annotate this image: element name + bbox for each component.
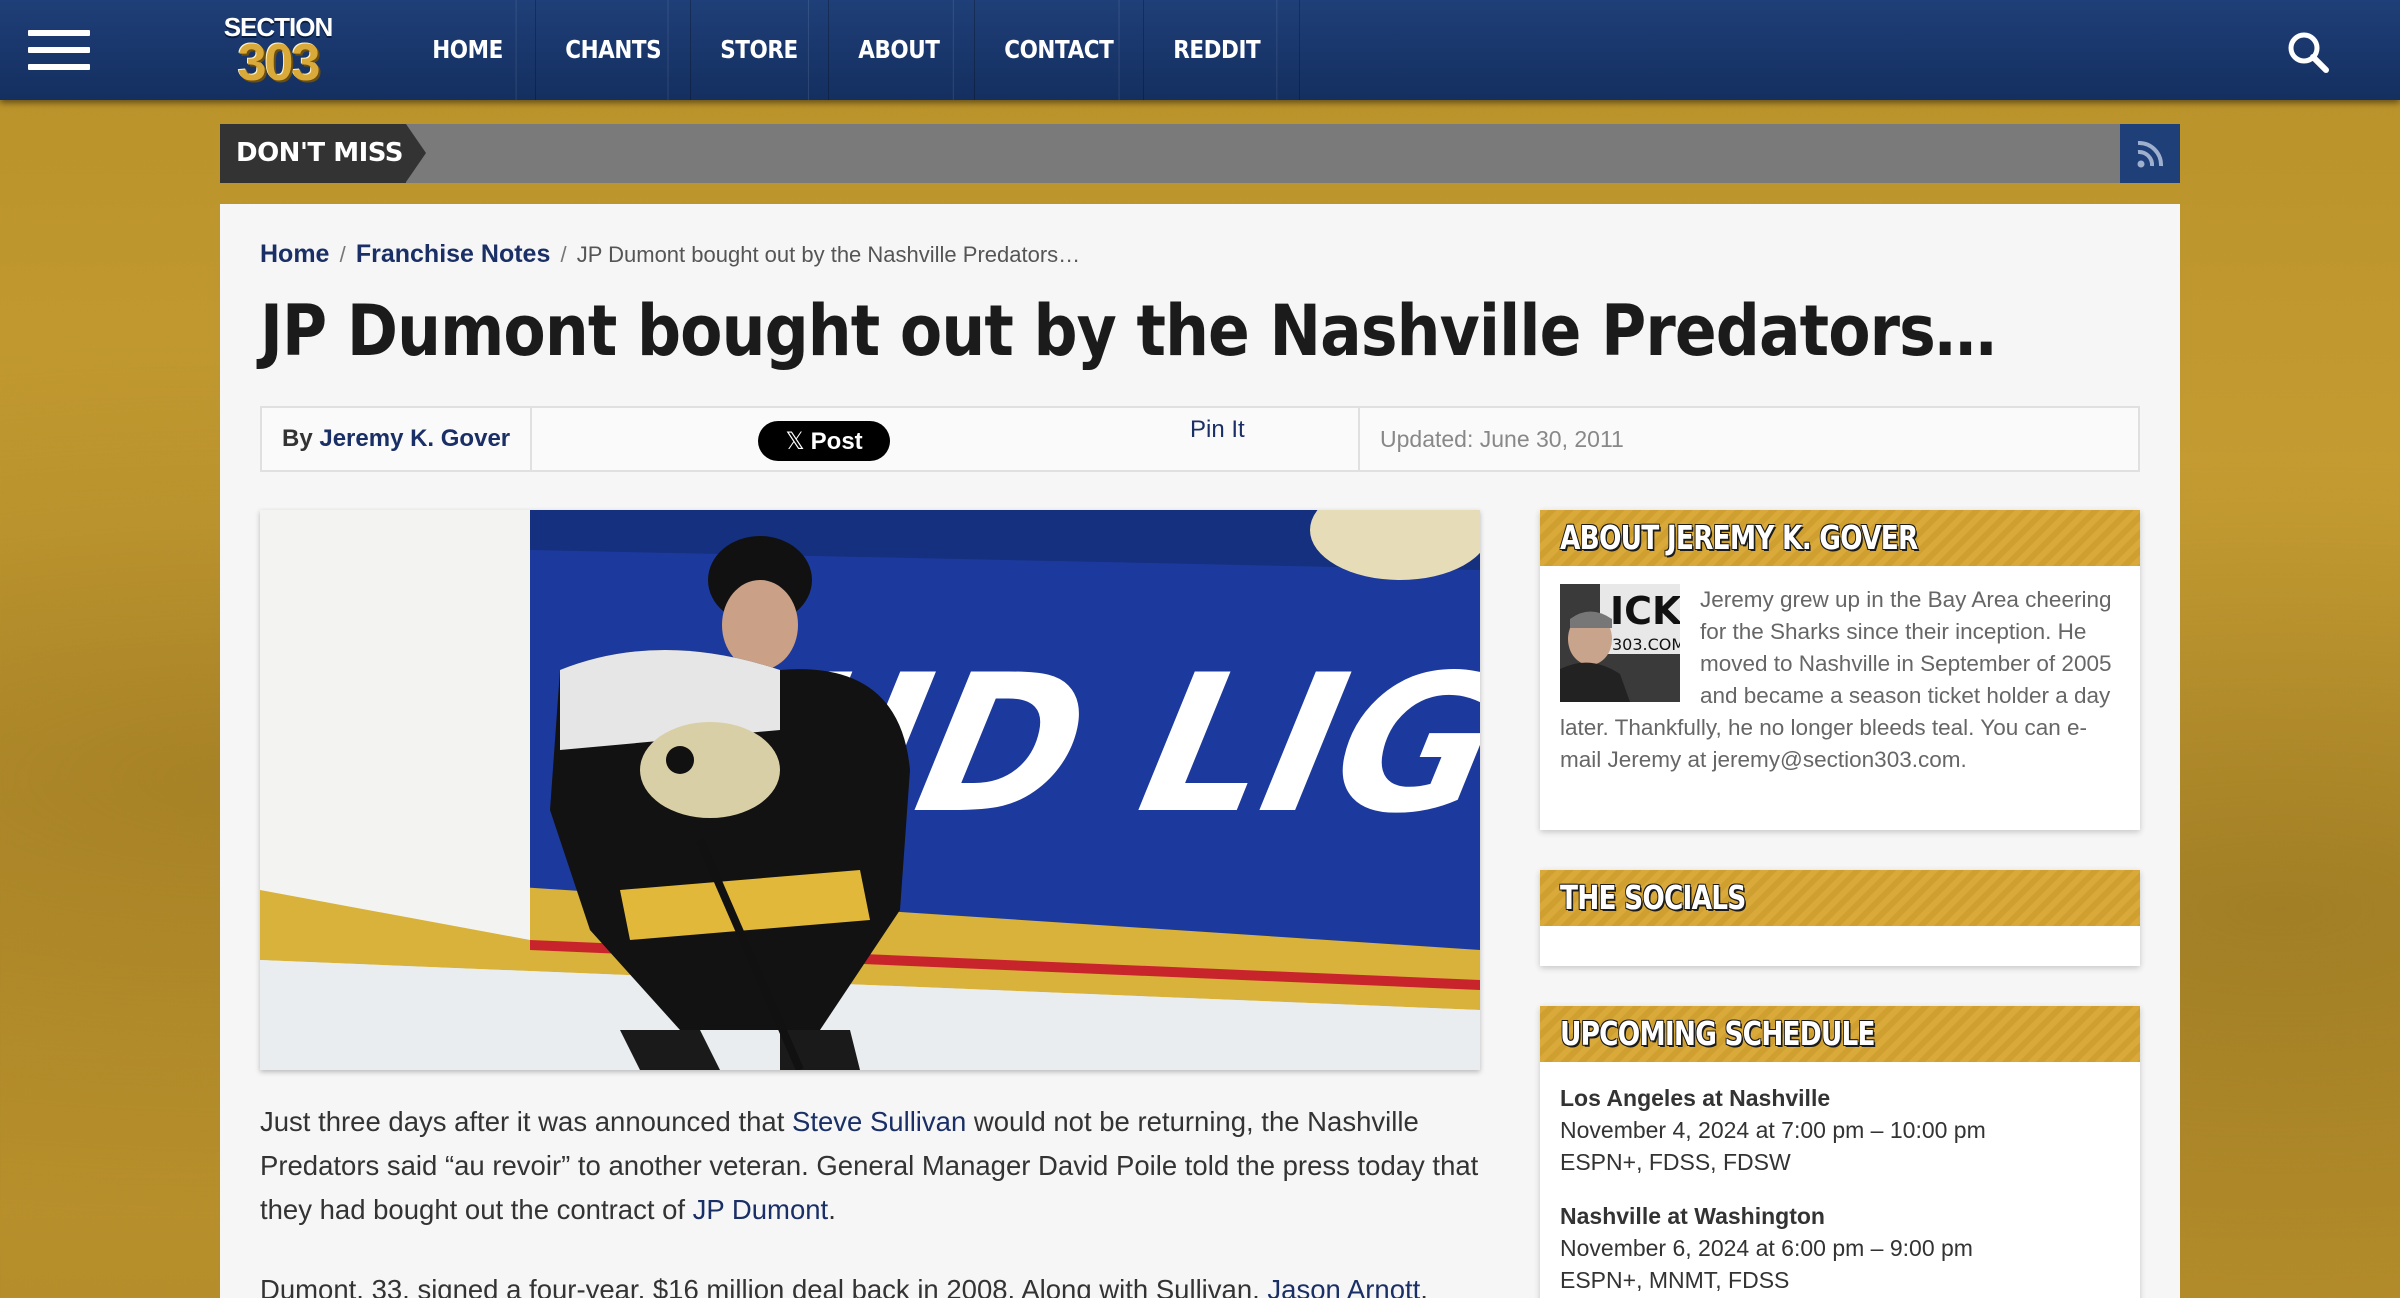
author-avatar: ICK 303.COM <box>1560 584 1680 702</box>
schedule-item[interactable]: Nashville at Washington November 6, 2024… <box>1560 1200 2120 1296</box>
menu-icon-bar <box>28 47 90 53</box>
site-logo[interactable]: SECTION 303 <box>208 14 348 92</box>
schedule-teams: Los Angeles at Nashville <box>1560 1085 1831 1111</box>
nav-item-chants: CHANTS <box>536 0 691 100</box>
rss-icon[interactable] <box>2120 124 2180 183</box>
schedule-time: November 4, 2024 at 7:00 pm – 10:00 pm <box>1560 1117 1986 1143</box>
nav-item-contact: CONTACT <box>975 0 1144 100</box>
about-author-body: ICK 303.COM Jeremy grew up in the Bay Ar… <box>1540 566 2140 796</box>
author-link[interactable]: Jeremy K. Gover <box>319 425 510 452</box>
schedule-teams: Nashville at Washington <box>1560 1203 1825 1229</box>
socials-widget: THE SOCIALS <box>1540 870 2140 966</box>
nav-item-home: HOME <box>403 0 536 100</box>
socials-heading: THE SOCIALS <box>1540 870 2140 926</box>
nav-link-store[interactable]: STORE <box>691 0 809 100</box>
text-span: . <box>828 1194 836 1225</box>
text-span: Dumont, 33, signed a four-year, $16 mill… <box>260 1274 1268 1298</box>
schedule-widget: UPCOMING SCHEDULE Los Angeles at Nashvil… <box>1540 1006 2140 1298</box>
x-logo-icon: 𝕏 <box>785 427 805 455</box>
article-paragraph: Dumont, 33, signed a four-year, $16 mill… <box>260 1268 1480 1298</box>
about-author-heading: ABOUT JEREMY K. GOVER <box>1540 510 2140 566</box>
schedule-heading: UPCOMING SCHEDULE <box>1540 1006 2140 1062</box>
breadcrumb-current: JP Dumont bought out by the Nashville Pr… <box>576 242 1081 267</box>
logo-text-bottom: 303 <box>237 34 321 92</box>
article-body: Just three days after it was announced t… <box>260 1100 1480 1298</box>
nav-link-about[interactable]: ABOUT <box>829 0 954 100</box>
pin-it-button[interactable]: Pin It <box>1190 416 1245 444</box>
nav-link-contact[interactable]: CONTACT <box>975 0 1120 100</box>
schedule-time: November 6, 2024 at 6:00 pm – 9:00 pm <box>1560 1235 1973 1261</box>
updated-date: Updated: June 30, 2011 <box>1358 408 2140 470</box>
article-title: JP Dumont bought out by the Nashville Pr… <box>260 290 1997 372</box>
byline: By Jeremy K. Gover <box>262 408 532 470</box>
dont-miss-ticker: DON'T MISS <box>220 124 2180 183</box>
schedule-list: Los Angeles at Nashville November 4, 202… <box>1540 1062 2140 1298</box>
socials-heading-text: THE SOCIALS <box>1560 878 1746 917</box>
link-steve-sullivan[interactable]: Steve Sullivan <box>792 1106 966 1137</box>
schedule-heading-text: UPCOMING SCHEDULE <box>1560 1014 1876 1053</box>
x-post-label: Post <box>810 428 863 455</box>
menu-icon-bar <box>28 30 90 36</box>
article-hero-image: UD LIG <box>260 510 1480 1070</box>
nav-link-home[interactable]: HOME <box>403 0 517 100</box>
breadcrumb-separator: / <box>339 242 346 267</box>
breadcrumb-separator: / <box>560 242 567 267</box>
schedule-item[interactable]: Los Angeles at Nashville November 4, 202… <box>1560 1082 2120 1178</box>
schedule-tv: ESPN+, MNMT, FDSS <box>1560 1267 1790 1293</box>
main-nav: HOME CHANTS STORE ABOUT CONTACT REDDIT <box>403 0 1300 100</box>
text-span: , <box>1420 1274 1428 1298</box>
menu-icon-bar <box>28 64 90 70</box>
link-jp-dumont[interactable]: JP Dumont <box>693 1194 829 1225</box>
svg-text:303.COM: 303.COM <box>1612 635 1680 654</box>
dont-miss-label: DON'T MISS <box>220 124 426 183</box>
search-icon[interactable] <box>2286 30 2330 74</box>
nav-link-reddit[interactable]: REDDIT <box>1144 0 1278 100</box>
nav-item-about: ABOUT <box>829 0 975 100</box>
article-meta-bar: By Jeremy K. Gover 𝕏 Post Pin It Updated:… <box>260 406 2140 472</box>
article-paragraph: Just three days after it was announced t… <box>260 1100 1480 1232</box>
top-navbar: SECTION 303 HOME CHANTS STORE ABOUT CONT… <box>0 0 2400 100</box>
schedule-tv: ESPN+, FDSS, FDSW <box>1560 1149 1791 1175</box>
svg-text:ICK: ICK <box>1610 589 1680 633</box>
nav-item-store: STORE <box>691 0 829 100</box>
byline-label: By <box>282 425 313 452</box>
nav-item-reddit: REDDIT <box>1144 0 1300 100</box>
content-card: Home / Franchise Notes / JP Dumont bough… <box>220 204 2180 1298</box>
breadcrumb-home[interactable]: Home <box>260 240 329 268</box>
breadcrumb-category[interactable]: Franchise Notes <box>356 240 551 268</box>
text-span: Just three days after it was announced t… <box>260 1106 792 1137</box>
about-author-heading-text: ABOUT JEREMY K. GOVER <box>1560 518 1918 557</box>
nav-link-chants[interactable]: CHANTS <box>536 0 669 100</box>
link-jason-arnott[interactable]: Jason Arnott <box>1267 1274 1420 1298</box>
x-post-button[interactable]: 𝕏 Post <box>758 421 890 461</box>
about-author-widget: ABOUT JEREMY K. GOVER ICK 303.COM Jeremy… <box>1540 510 2140 830</box>
breadcrumb: Home / Franchise Notes / JP Dumont bough… <box>260 240 1080 269</box>
menu-icon[interactable] <box>28 30 90 70</box>
